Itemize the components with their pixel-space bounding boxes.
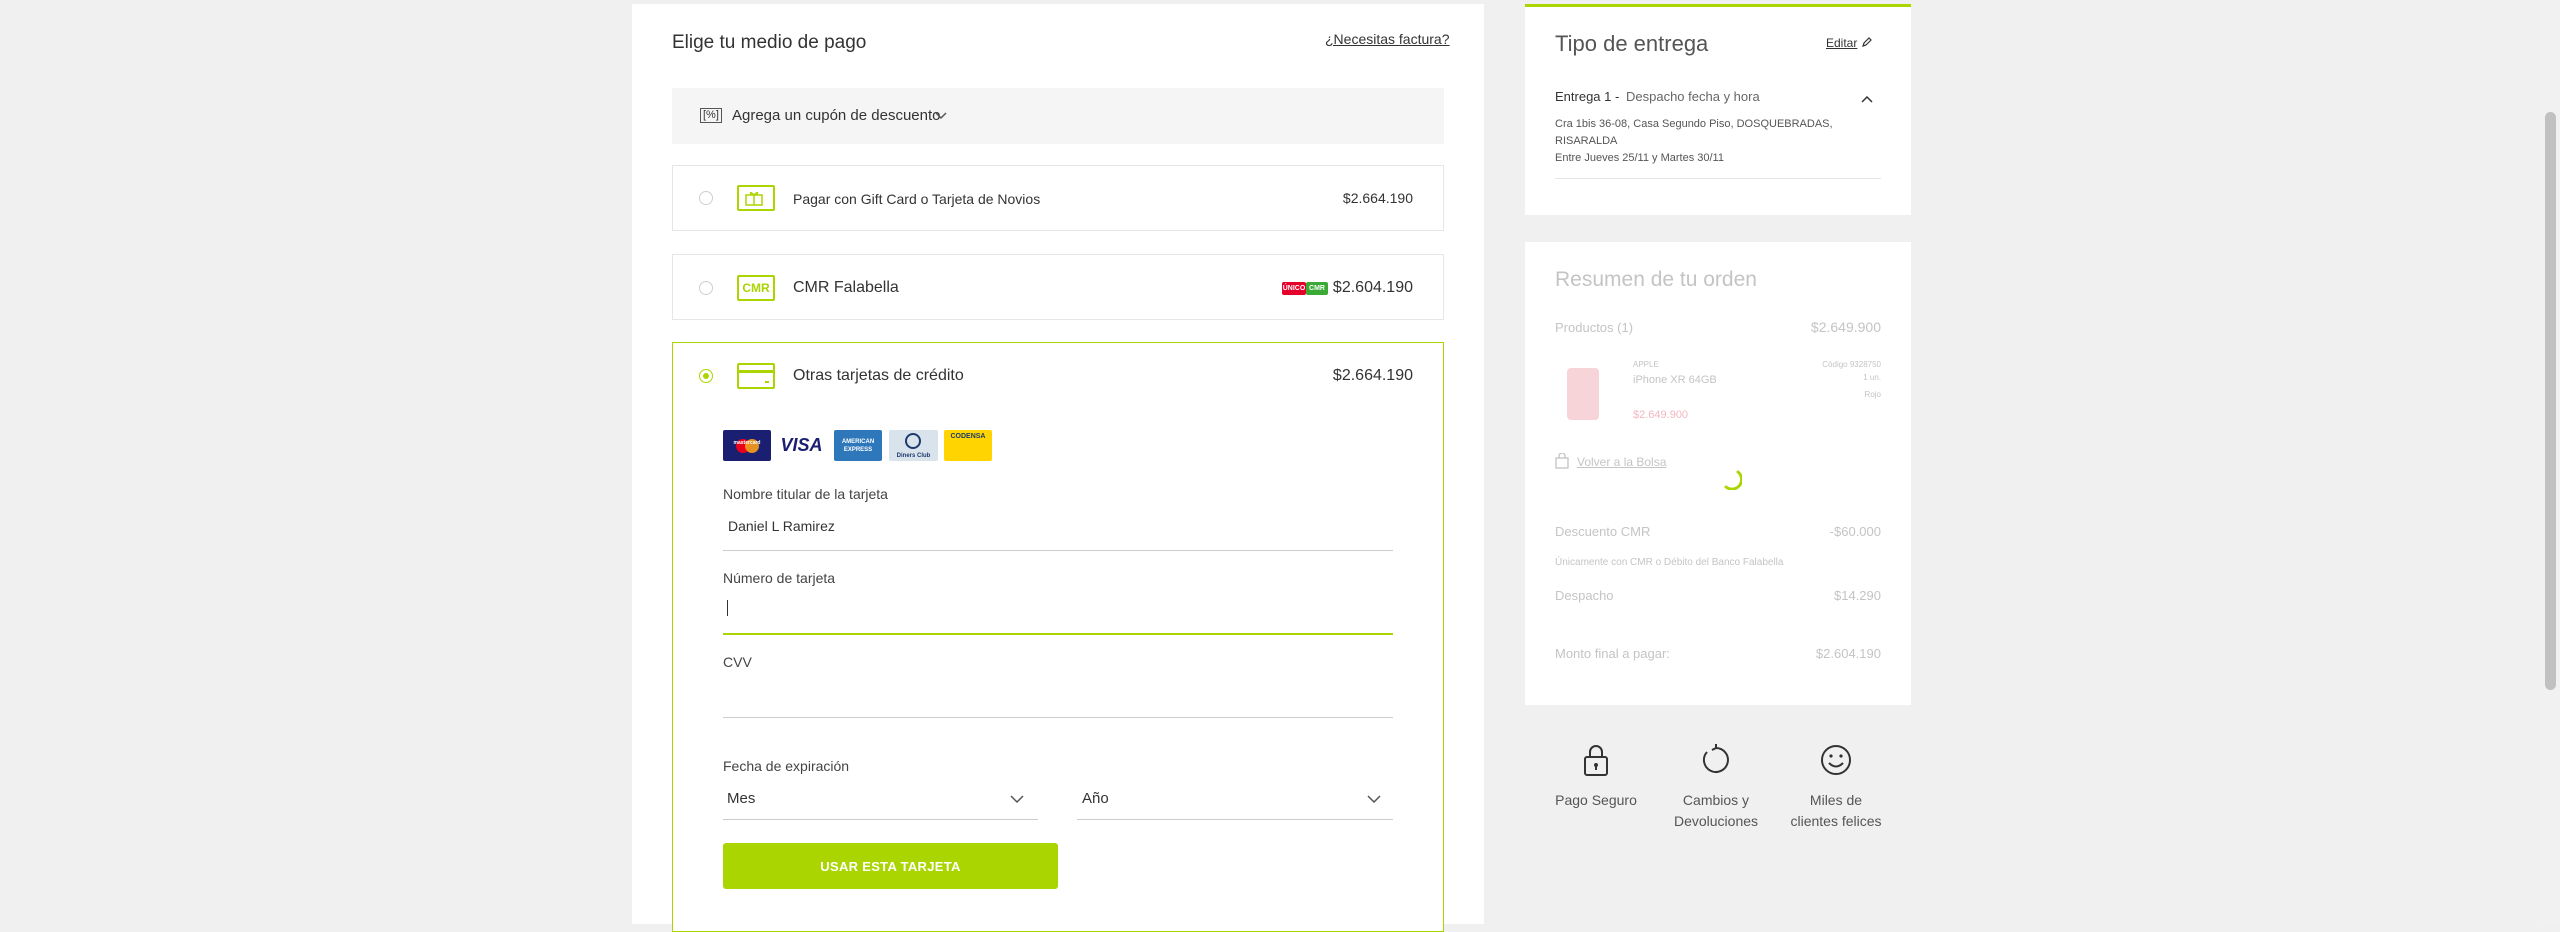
entry-type: Despacho fecha y hora <box>1626 89 1760 104</box>
cmr-badge: CMR <box>1306 282 1328 295</box>
unico-badge: ÚNICO <box>1282 282 1306 295</box>
visa-logo: VISA <box>780 435 823 455</box>
cvv-underline <box>723 717 1393 718</box>
mastercard-logo: mastercard <box>723 430 771 461</box>
address-line: RISARALDA <box>1555 135 1618 147</box>
final-label: Monto final a pagar: <box>1555 646 1670 661</box>
back-to-bag-link[interactable]: Volver a la Bolsa <box>1577 455 1666 469</box>
products-label: Productos (1) <box>1555 320 1634 335</box>
returns-icon <box>1702 744 1729 773</box>
option-cmr-falabella[interactable]: CMR CMR Falabella ÚNICO CMR $2.604.190 <box>672 254 1444 320</box>
cvv-input[interactable] <box>723 678 1393 716</box>
radio-other-cards[interactable] <box>699 369 713 383</box>
product-brand: APPLE <box>1633 360 1659 369</box>
year-select[interactable]: Año <box>1077 784 1393 820</box>
option-price: $2.664.190 <box>1342 190 1413 206</box>
product-thumbnail <box>1567 368 1599 420</box>
amex-logo: AMERICAN EXPRESS <box>834 430 882 461</box>
holder-underline <box>723 550 1393 551</box>
bag-icon <box>1555 453 1569 469</box>
month-value: Mes <box>727 790 756 807</box>
option-price: $2.664.190 <box>1332 367 1413 384</box>
option-price: $2.604.190 <box>1332 279 1413 296</box>
radio-cmr[interactable] <box>699 281 713 295</box>
card-number-input[interactable] <box>723 594 1393 634</box>
products-total: $2.649.900 <box>1810 319 1881 335</box>
option-gift-card[interactable]: Pagar con Gift Card o Tarjeta de Novios … <box>672 165 1444 231</box>
product-qty: 1 un. <box>1863 373 1881 382</box>
holder-label: Nombre titular de la tarjeta <box>723 486 888 502</box>
chevron-up-icon[interactable] <box>1861 95 1873 103</box>
invoice-link[interactable]: ¿Necesitas factura? <box>1325 31 1450 47</box>
order-summary: Resumen de tu orden Productos (1) $2.649… <box>1525 242 1911 705</box>
scrollbar-thumb[interactable] <box>2545 112 2556 690</box>
delivery-card: Tipo de entrega Editar Entrega 1 - Despa… <box>1525 4 1911 215</box>
option-label: Otras tarjetas de crédito <box>793 367 964 384</box>
gift-card-icon <box>737 185 775 211</box>
summary-title: Resumen de tu orden <box>1555 268 1757 291</box>
payment-title: Elige tu medio de pago <box>672 32 867 53</box>
card-number-label: Número de tarjeta <box>723 570 836 586</box>
cvv-label: CVV <box>723 654 752 670</box>
expiry-label: Fecha de expiración <box>723 758 850 774</box>
returns-label: Cambios y Devoluciones <box>1673 792 1759 829</box>
codensa-logo: CODENSA <box>944 430 992 461</box>
address-line: Cra 1bis 36-08, Casa Segundo Piso, DOSQU… <box>1555 118 1833 130</box>
product-name: iPhone XR 64GB <box>1633 374 1717 386</box>
year-value: Año <box>1082 790 1109 807</box>
happy-clients-label: Miles de clientes felices <box>1790 792 1882 829</box>
radio-gift-card[interactable] <box>699 191 713 205</box>
chevron-down-icon <box>1367 795 1381 803</box>
delivery-dates: Entre Jueves 25/11 y Martes 30/11 <box>1555 152 1724 164</box>
discount-label: Descuento CMR <box>1555 524 1651 539</box>
product-price: $2.649.900 <box>1633 409 1689 421</box>
coupon-icon: [%] <box>700 108 722 123</box>
option-label: Pagar con Gift Card o Tarjeta de Novios <box>793 191 1041 207</box>
entry-label: Entrega 1 - <box>1555 89 1620 104</box>
month-select[interactable]: Mes <box>723 784 1038 820</box>
coupon-bar[interactable]: [%] Agrega un cupón de descuento <box>672 88 1444 144</box>
loading-spinner-icon <box>1724 470 1742 490</box>
discount-value: -$60.000 <box>1829 524 1881 539</box>
chevron-down-icon <box>1010 795 1024 803</box>
product-extra: Rojo <box>1864 390 1881 399</box>
card-number-underline <box>723 633 1393 635</box>
shipping-value: $14.290 <box>1834 588 1881 603</box>
use-card-button[interactable]: USAR ESTA TARJETA <box>723 843 1058 889</box>
product-code: Código 9328750 <box>1822 360 1881 369</box>
final-value: $2.604.190 <box>1815 646 1881 661</box>
discount-note: Únicamente con CMR o Débito del Banco Fa… <box>1555 557 1784 568</box>
smiley-icon <box>1821 745 1851 775</box>
coupon-label: Agrega un cupón de descuento <box>732 107 941 124</box>
secure-payment-label: Pago Seguro <box>1555 792 1637 808</box>
shipping-label: Despacho <box>1555 588 1614 603</box>
padlock-icon <box>1584 745 1608 776</box>
credit-card-icon <box>737 363 775 389</box>
edit-link[interactable]: Editar <box>1826 36 1857 50</box>
option-label: CMR Falabella <box>793 279 899 296</box>
chevron-down-icon <box>935 112 947 120</box>
pencil-icon[interactable] <box>1861 36 1873 48</box>
delivery-title: Tipo de entrega <box>1555 31 1709 56</box>
holder-input[interactable]: Daniel L Ramirez <box>728 518 835 534</box>
diners-club-logo: Diners Club <box>889 430 938 461</box>
cmr-logo-icon: CMR <box>737 275 775 301</box>
